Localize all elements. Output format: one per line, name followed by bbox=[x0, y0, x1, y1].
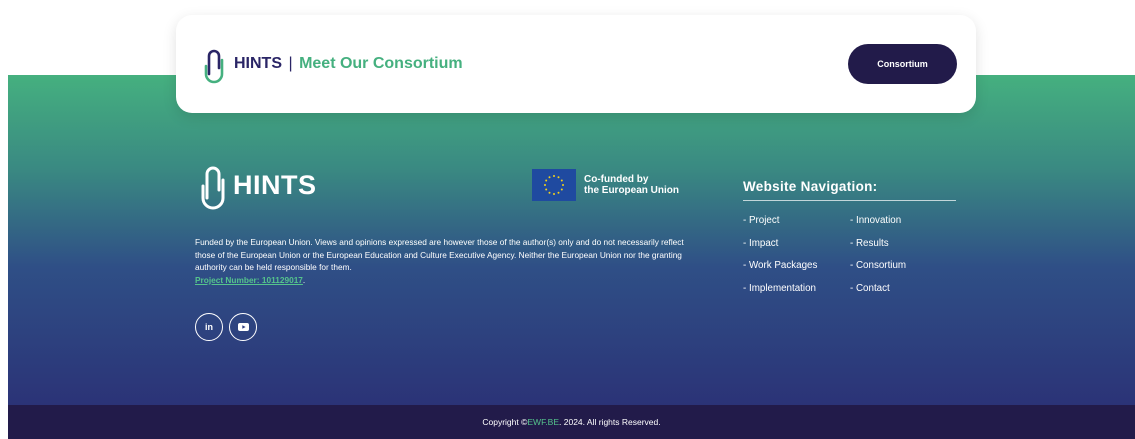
nav-link-work-packages[interactable]: - Work Packages bbox=[743, 260, 850, 272]
cta-brand: HINTS bbox=[234, 55, 282, 72]
footer-brand[interactable]: HINTS bbox=[199, 160, 317, 210]
navigation-column-left: - Project - Impact - Work Packages - Imp… bbox=[743, 215, 850, 295]
youtube-icon bbox=[237, 323, 249, 331]
hints-logo-icon bbox=[201, 166, 225, 210]
cta-title: Meet Our Consortium bbox=[299, 55, 463, 72]
eu-flag-icon bbox=[532, 169, 576, 201]
project-number-suffix: . bbox=[302, 274, 306, 285]
cta-separator: | bbox=[288, 55, 293, 72]
copyright-prefix: Copyright © bbox=[482, 417, 528, 427]
footer-brand-name: HINTS bbox=[233, 169, 317, 200]
navigation-title: Website Navigation: bbox=[743, 179, 956, 201]
project-number-link[interactable]: Project Number: 101129017 bbox=[195, 275, 303, 285]
navigation-column-right: - Innovation - Results - Consortium - Co… bbox=[850, 215, 906, 295]
nav-link-project[interactable]: - Project bbox=[743, 215, 850, 227]
linkedin-button[interactable]: in bbox=[195, 313, 223, 341]
eu-cofunded-badge: Co-funded by the European Union bbox=[532, 169, 679, 201]
eu-line-2: the European Union bbox=[584, 185, 679, 196]
nav-link-contact[interactable]: - Contact bbox=[850, 283, 906, 295]
nav-link-consortium[interactable]: - Consortium bbox=[850, 260, 906, 272]
consortium-cta-card: HINTS | Meet Our Consortium Consortium bbox=[176, 15, 976, 113]
hints-logo-icon bbox=[204, 49, 224, 84]
copyright-bar: Copyright © EWF.BE . 2024. All rights Re… bbox=[8, 405, 1135, 439]
linkedin-icon: in bbox=[205, 322, 213, 332]
consortium-button[interactable]: Consortium bbox=[848, 44, 957, 84]
nav-link-impact[interactable]: - Impact bbox=[743, 238, 850, 250]
eu-line-1: Co-funded by bbox=[584, 174, 649, 185]
navigation-columns: - Project - Impact - Work Packages - Imp… bbox=[743, 215, 956, 295]
funding-disclaimer: Funded by the European Union. Views and … bbox=[195, 236, 695, 286]
page: HINTS | Meet Our Consortium Consortium H… bbox=[0, 0, 1135, 439]
nav-link-implementation[interactable]: - Implementation bbox=[743, 283, 850, 295]
eu-cofunded-text: Co-funded by the European Union bbox=[584, 174, 679, 196]
nav-link-results[interactable]: - Results bbox=[850, 238, 906, 250]
website-navigation: Website Navigation: - Project - Impact -… bbox=[743, 179, 956, 295]
youtube-button[interactable] bbox=[229, 313, 257, 341]
project-number-line: Project Number: 101129017. bbox=[195, 274, 695, 287]
nav-link-innovation[interactable]: - Innovation bbox=[850, 215, 906, 227]
cta-heading: HINTS | Meet Our Consortium bbox=[234, 55, 463, 73]
copyright-suffix: . 2024. All rights Reserved. bbox=[559, 417, 661, 427]
disclaimer-text: Funded by the European Union. Views and … bbox=[195, 237, 684, 272]
social-links: in bbox=[195, 313, 257, 341]
copyright-link[interactable]: EWF.BE bbox=[527, 417, 559, 427]
